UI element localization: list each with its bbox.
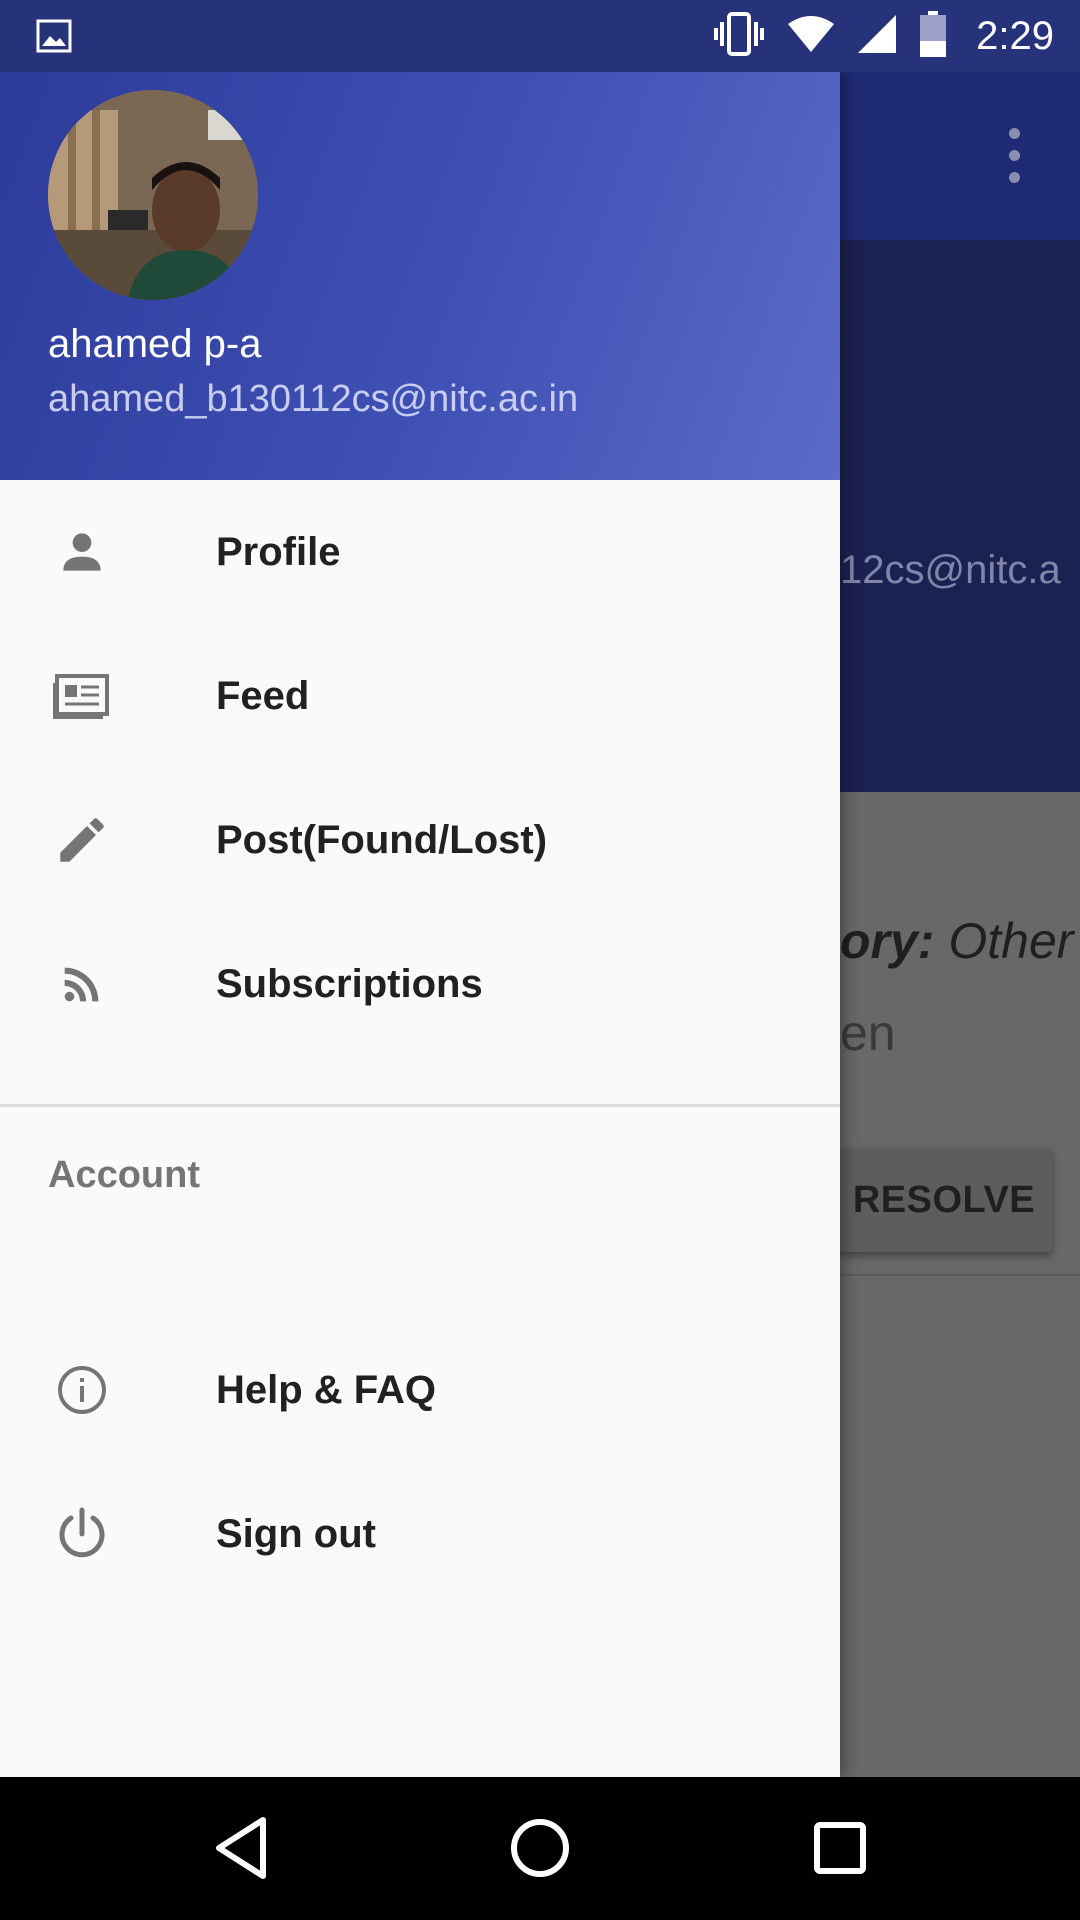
menu-divider bbox=[0, 1104, 840, 1107]
status-time: 2:29 bbox=[976, 13, 1054, 58]
menu-item-signout[interactable]: Sign out bbox=[0, 1462, 840, 1606]
signal-icon bbox=[856, 13, 898, 60]
menu-item-label: Post(Found/Lost) bbox=[216, 817, 548, 862]
home-icon[interactable] bbox=[495, 1803, 585, 1893]
navigation-bar bbox=[0, 1777, 1080, 1920]
user-name: ahamed p-a bbox=[48, 322, 262, 366]
power-icon bbox=[52, 1504, 112, 1564]
navigation-drawer: ahamed p-a ahamed_b130112cs@nitc.ac.in P… bbox=[0, 72, 840, 1777]
menu-item-profile[interactable]: Profile bbox=[0, 480, 840, 624]
menu-item-subscriptions[interactable]: Subscriptions bbox=[0, 912, 840, 1056]
menu-item-help[interactable]: Help & FAQ bbox=[0, 1318, 840, 1462]
menu-item-label: Help & FAQ bbox=[216, 1367, 437, 1412]
menu-item-label: Feed bbox=[216, 673, 310, 718]
info-icon bbox=[52, 1360, 112, 1420]
status-bar: 2:29 bbox=[0, 0, 1080, 72]
user-email: ahamed_b130112cs@nitc.ac.in bbox=[48, 378, 579, 420]
pencil-icon bbox=[52, 810, 112, 870]
recents-icon[interactable] bbox=[795, 1803, 885, 1893]
newspaper-icon bbox=[52, 666, 112, 726]
vibrate-icon bbox=[712, 11, 766, 61]
back-icon[interactable] bbox=[196, 1803, 286, 1893]
menu-item-label: Sign out bbox=[216, 1511, 376, 1556]
overflow-menu-icon[interactable] bbox=[1000, 128, 1028, 184]
background-status-text: en bbox=[840, 1005, 896, 1061]
category-label: ory: bbox=[840, 913, 935, 969]
menu-item-label: Subscriptions bbox=[216, 961, 483, 1006]
account-section-title: Account bbox=[48, 1154, 200, 1196]
image-notification-icon bbox=[36, 18, 72, 54]
rss-icon bbox=[52, 954, 112, 1014]
wifi-icon bbox=[786, 14, 836, 59]
category-value: Other bbox=[948, 913, 1074, 969]
drawer-header: ahamed p-a ahamed_b130112cs@nitc.ac.in bbox=[0, 72, 840, 480]
background-category-text: ory: Other bbox=[840, 912, 1073, 970]
avatar[interactable] bbox=[48, 90, 258, 300]
menu-item-label: Profile bbox=[216, 529, 341, 574]
background-email-text: 12cs@nitc.a bbox=[840, 548, 1061, 592]
battery-icon bbox=[918, 10, 948, 62]
menu-item-post[interactable]: Post(Found/Lost) bbox=[0, 768, 840, 912]
menu-item-feed[interactable]: Feed bbox=[0, 624, 840, 768]
person-icon bbox=[52, 522, 112, 582]
resolve-button[interactable]: RESOLVE bbox=[836, 1148, 1052, 1252]
background-divider bbox=[840, 1274, 1080, 1276]
